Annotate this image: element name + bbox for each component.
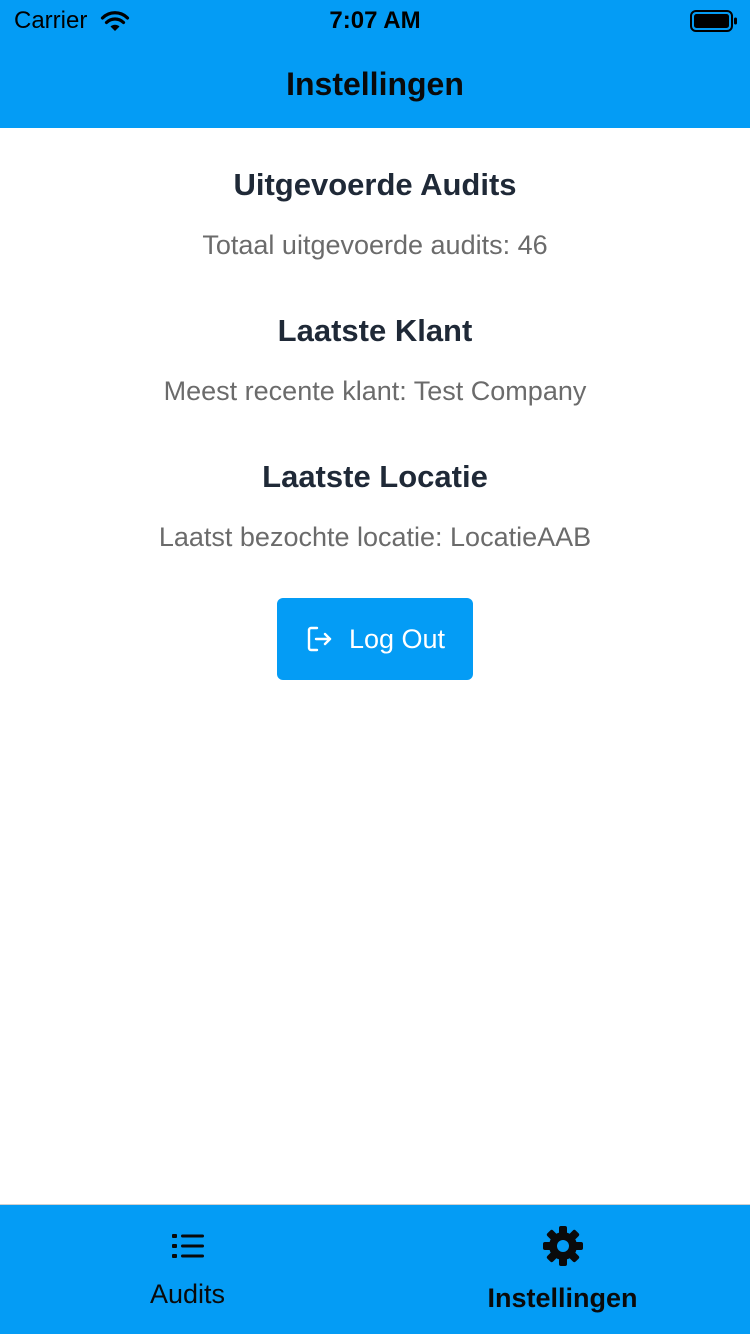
section-text-location: Laatst bezochte locatie: LocatieAAB: [158, 522, 592, 552]
logout-button[interactable]: Log Out: [277, 598, 473, 680]
section-text-audits: Totaal uitgevoerde audits: 46: [202, 230, 548, 260]
tab-instellingen-label: Instellingen: [487, 1283, 638, 1313]
tab-bar: Audits Instellingen: [0, 1204, 750, 1334]
status-bar: Carrier 7:07 AM: [0, 0, 750, 40]
tab-instellingen[interactable]: Instellingen: [375, 1205, 750, 1335]
logout-button-label: Log Out: [348, 624, 446, 654]
section-title-audits: Uitgevoerde Audits: [233, 167, 517, 202]
list-icon: [171, 1234, 204, 1258]
logout-icon: [307, 626, 332, 652]
battery-icon: [690, 10, 737, 32]
tab-audits[interactable]: Audits: [0, 1205, 375, 1335]
section-title-client: Laatste Klant: [277, 313, 473, 348]
page-title: Instellingen: [286, 66, 464, 102]
section-title-location: Laatste Locatie: [262, 459, 488, 494]
gear-icon: [542, 1226, 583, 1266]
tab-audits-label: Audits: [149, 1279, 226, 1309]
app-header: Carrier 7:07 AM Instellingen: [0, 0, 750, 128]
section-text-client: Meest recente klant: Test Company: [163, 376, 587, 406]
status-time: 7:07 AM: [329, 7, 421, 34]
